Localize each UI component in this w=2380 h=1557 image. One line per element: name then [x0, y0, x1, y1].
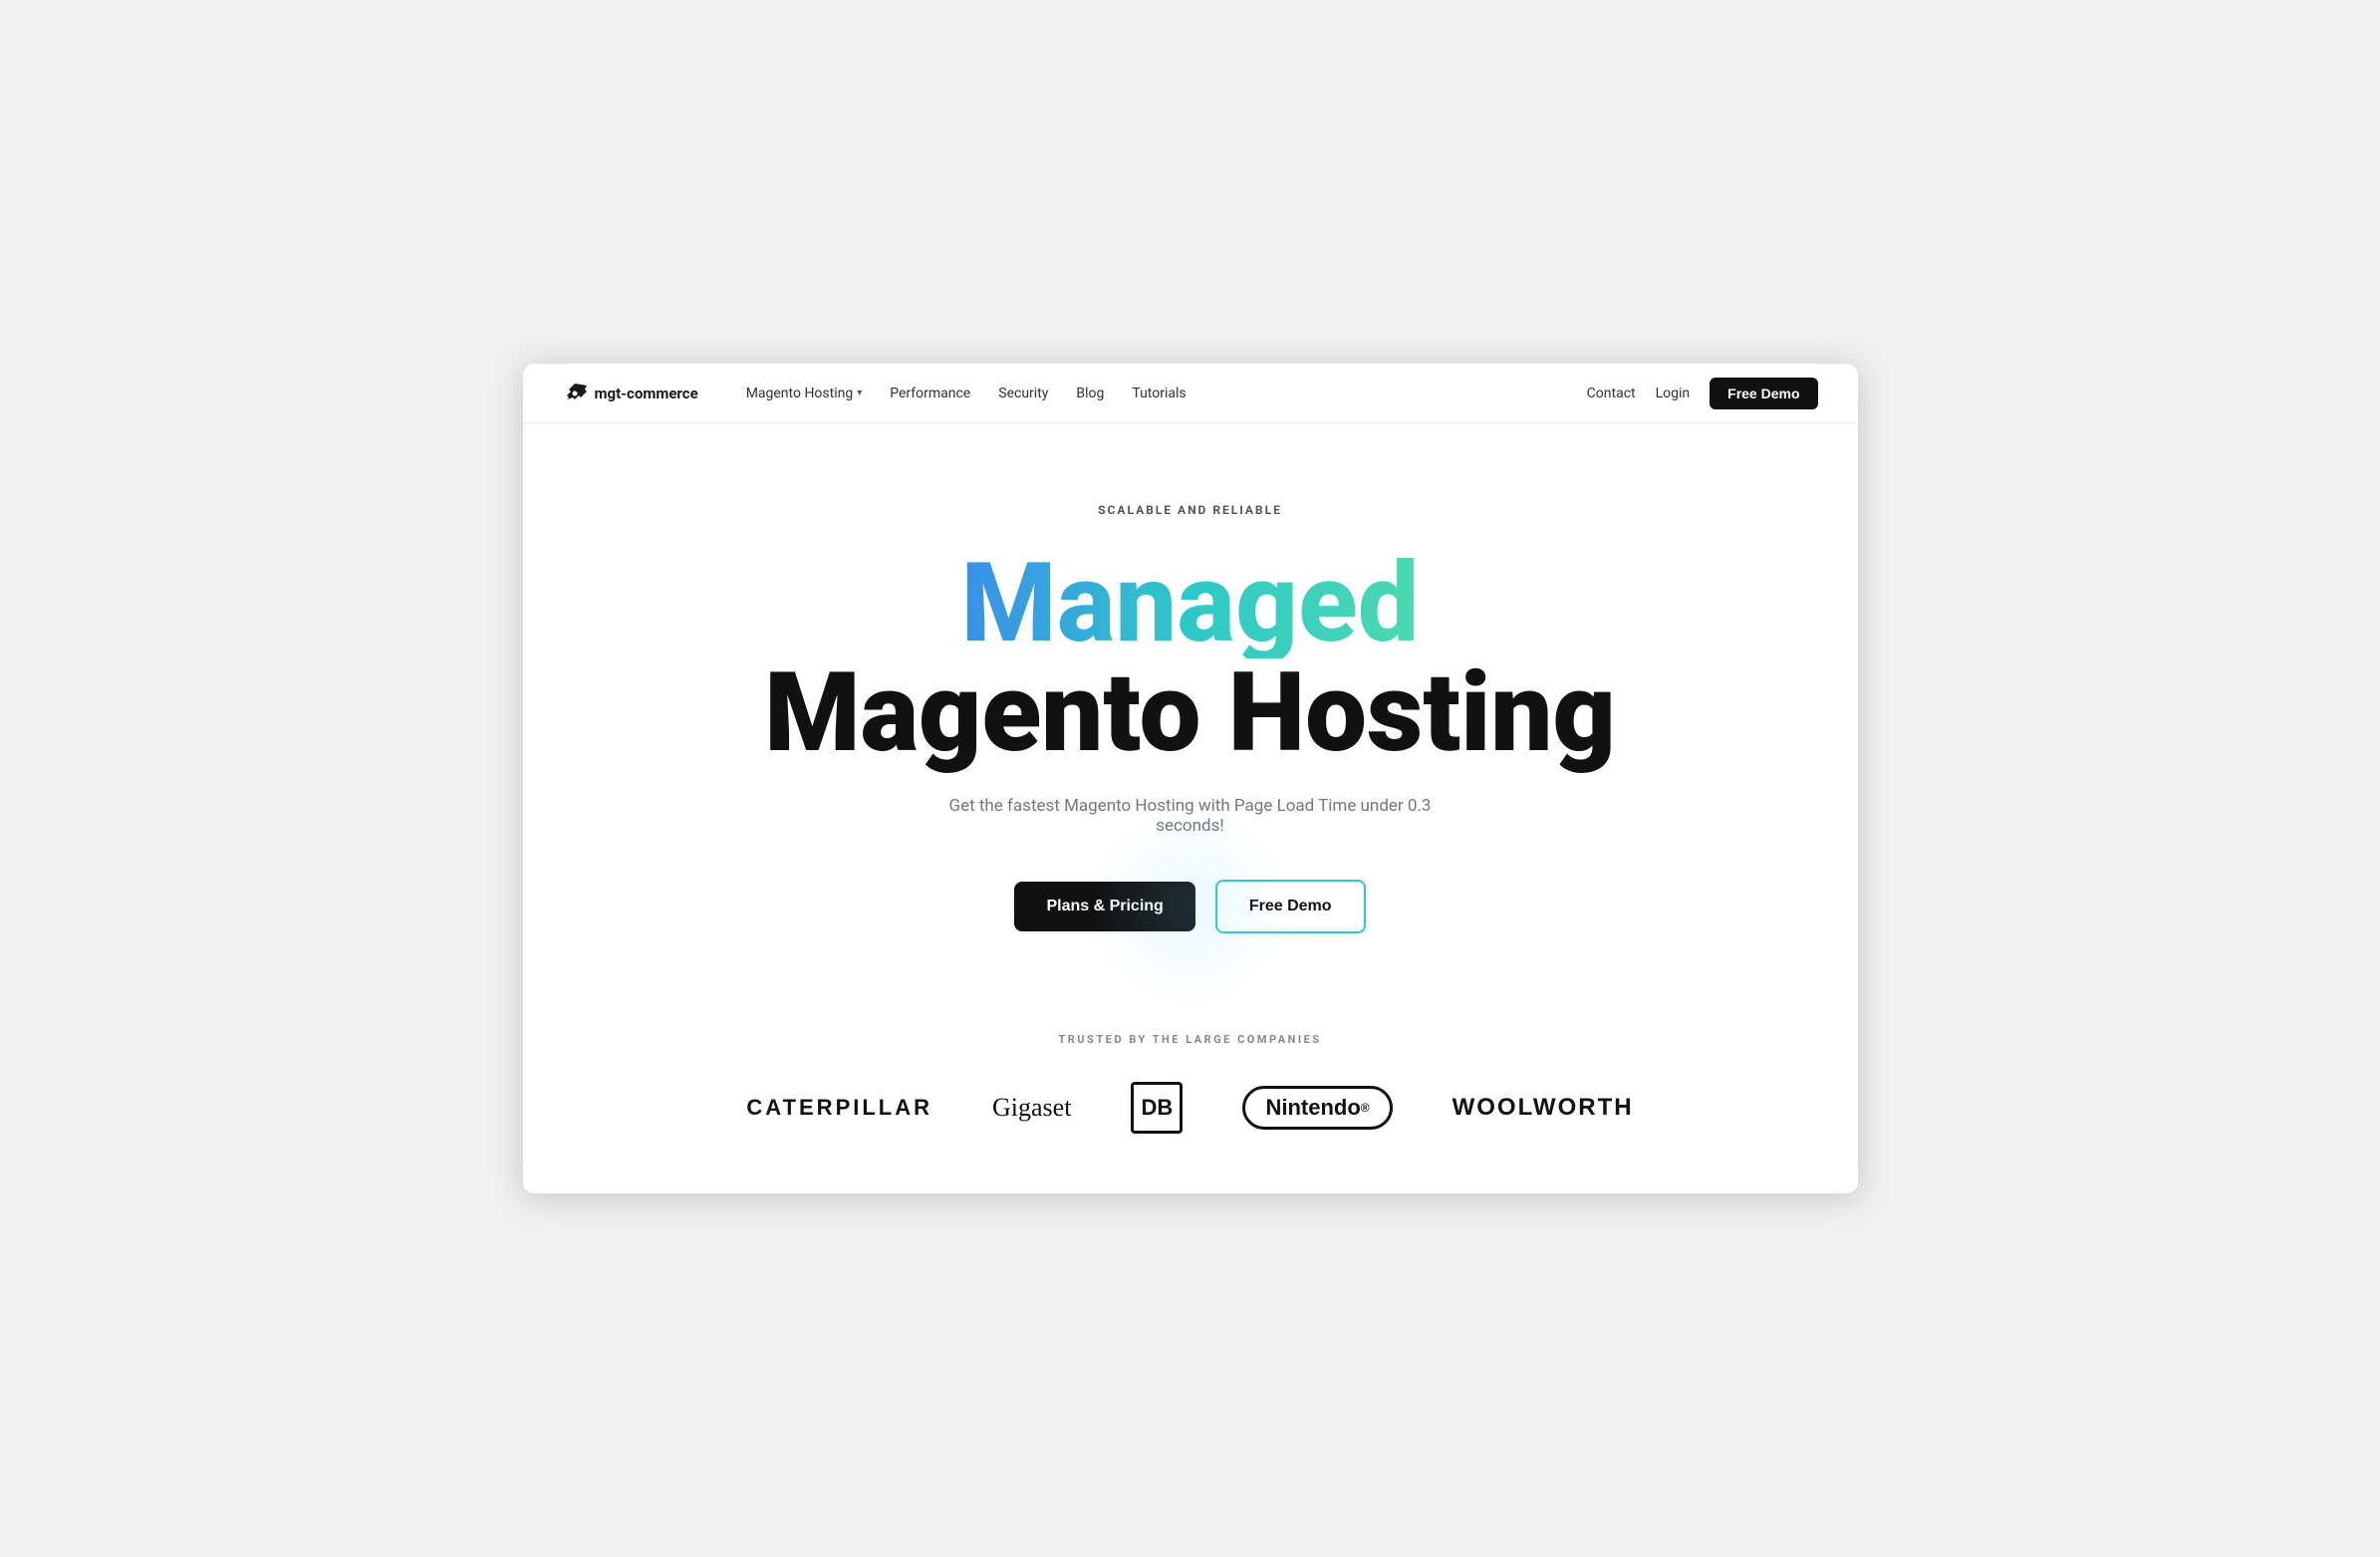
hero-cta-row: Plans & Pricing Free Demo	[1014, 880, 1365, 933]
nav-links: Magento Hosting ▾ Performance Security B…	[746, 386, 1587, 401]
trusted-logos: CATERPILLAR Gigaset DB Nintendo® WOOLWOR…	[746, 1082, 1633, 1134]
nintendo-registered-mark: ®	[1361, 1101, 1370, 1115]
hero-section: SCALABLE AND RELIABLE Managed Magento Ho…	[523, 423, 1858, 993]
logo-gigaset: Gigaset	[992, 1093, 1071, 1123]
logo-woolworth: WOOLWORTH	[1453, 1094, 1634, 1122]
nav-login-link[interactable]: Login	[1656, 386, 1691, 401]
logo-icon	[563, 382, 587, 405]
logo[interactable]: mgt-commerce	[563, 382, 698, 405]
plans-pricing-button[interactable]: Plans & Pricing	[1014, 882, 1194, 931]
browser-frame: mgt-commerce Magento Hosting ▾ Performan…	[523, 364, 1858, 1193]
logo-db: DB	[1131, 1082, 1183, 1134]
hero-eyebrow: SCALABLE AND RELIABLE	[1098, 503, 1282, 517]
hero-headline-black: Magento Hosting	[764, 658, 1616, 768]
navbar: mgt-commerce Magento Hosting ▾ Performan…	[523, 364, 1858, 423]
logo-text: mgt-commerce	[595, 385, 698, 402]
trusted-section: TRUSTED BY THE LARGE COMPANIES CATERPILL…	[523, 993, 1858, 1193]
hero-headline: Managed Magento Hosting	[764, 549, 1616, 768]
logo-caterpillar: CATERPILLAR	[746, 1095, 932, 1121]
hero-headline-gradient: Managed	[960, 549, 1419, 658]
logo-nintendo: Nintendo®	[1242, 1086, 1392, 1130]
nav-item-tutorials[interactable]: Tutorials	[1132, 386, 1186, 401]
nav-contact-link[interactable]: Contact	[1587, 386, 1636, 401]
hero-subtext: Get the fastest Magento Hosting with Pag…	[931, 796, 1450, 836]
nav-right: Contact Login Free Demo	[1587, 378, 1818, 409]
free-demo-button[interactable]: Free Demo	[1215, 880, 1366, 933]
nav-item-performance[interactable]: Performance	[890, 386, 970, 401]
nav-free-demo-button[interactable]: Free Demo	[1710, 378, 1817, 409]
nav-item-magento-hosting[interactable]: Magento Hosting ▾	[746, 386, 863, 401]
chevron-down-icon: ▾	[857, 388, 862, 398]
trusted-label: TRUSTED BY THE LARGE COMPANIES	[1058, 1033, 1321, 1046]
nav-item-blog[interactable]: Blog	[1076, 386, 1104, 401]
nav-item-security[interactable]: Security	[998, 386, 1048, 401]
